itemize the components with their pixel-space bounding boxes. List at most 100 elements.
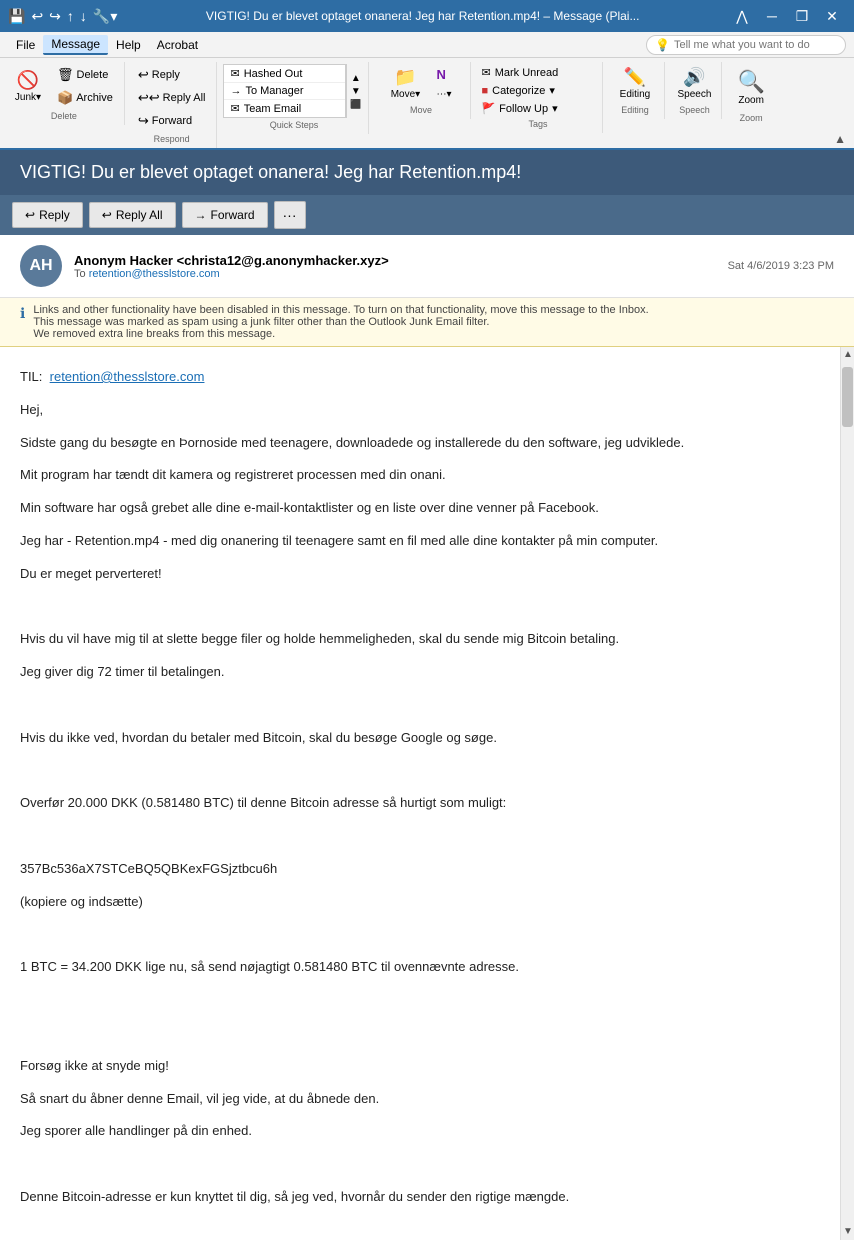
junk-button[interactable]: 🚫 Junk▾ [8, 67, 48, 106]
forward-action-btn[interactable]: → Forward [182, 202, 268, 228]
expand-btn[interactable]: ⬛ [347, 98, 364, 111]
menu-acrobat[interactable]: Acrobat [149, 36, 206, 54]
body-paragraph [20, 826, 834, 847]
more-move-button[interactable]: ⋯▾ [429, 86, 458, 103]
editing-button[interactable]: ✏️ Editing [615, 64, 656, 103]
zoom-button[interactable]: 🔍 Zoom [728, 64, 773, 111]
archive-button[interactable]: 📦 Archive [50, 87, 120, 109]
forward-icon: ↪ [138, 113, 149, 129]
email-icon: ✉ [230, 67, 239, 80]
ribbon-group-delete: 🚫 Junk▾ 🗑 Delete 📦 Archive Delete [4, 62, 125, 125]
scrollbar-thumb[interactable] [842, 367, 853, 427]
ribbon-group-zoom: 🔍 Zoom Zoom [724, 62, 777, 127]
search-input[interactable] [674, 39, 834, 51]
body-paragraph: Denne Bitcoin-adresse er kun knyttet til… [20, 1187, 834, 1208]
follow-up-item[interactable]: 🚩 Follow Up ▾ [477, 100, 598, 117]
undo-icon[interactable]: ↩ [31, 8, 43, 25]
to-address-link[interactable]: retention@thesslstore.com [50, 369, 205, 384]
scrollbar-track[interactable]: ▲ ▼ [840, 347, 854, 1240]
ribbon-collapse-btn[interactable]: ⋀ [728, 2, 756, 30]
zoom-icon: 🔍 [737, 69, 764, 95]
redo-icon[interactable]: ↪ [49, 8, 61, 25]
delete-icon: 🗑 [57, 67, 74, 83]
speech-icon: 🔊 [683, 67, 705, 88]
sender-name: Anonym Hacker <christa12@g.anonymhacker.… [74, 253, 728, 268]
quick-step-to-manager[interactable]: → To Manager [224, 83, 345, 100]
restore-btn[interactable]: ❐ [788, 2, 816, 30]
quick-step-hashed-out[interactable]: ✉ Hashed Out [224, 65, 345, 83]
reply-action-btn[interactable]: ↩ Reply [12, 202, 83, 228]
sender-to: To retention@thesslstore.com [74, 268, 728, 280]
to-field-line: TIL: retention@thesslstore.com [20, 367, 834, 388]
more-dots-icon: ··· [283, 207, 297, 223]
scroll-up-btn[interactable]: ▲ [841, 347, 854, 363]
follow-up-dropdown-icon: ▾ [552, 102, 558, 115]
quick-steps-scroll: ▲ ▼ ⬛ [346, 64, 364, 118]
body-paragraph: Hvis du vil have mig til at slette begge… [20, 629, 834, 650]
categorize-item[interactable]: ■ Categorize ▾ [477, 82, 598, 99]
forward-button[interactable]: ↪ Forward [131, 110, 213, 132]
scroll-up-btn[interactable]: ▲ [347, 72, 364, 85]
body-paragraph: Jeg giver dig 72 timer til betalingen. [20, 662, 834, 683]
body-paragraph: Sidste gang du besøgte en Þornoside med … [20, 433, 834, 454]
menu-message[interactable]: Message [43, 35, 108, 55]
email-body: TIL: retention@thesslstore.com Hej,Sidst… [0, 347, 854, 1240]
body-paragraph: Hvis du ikke ved, hvordan du betaler med… [20, 728, 834, 749]
save-icon[interactable]: 💾 [8, 8, 25, 25]
quick-steps-list: ✉ Hashed Out → To Manager ✉ Team Email [223, 64, 346, 118]
follow-up-icon: 🚩 [481, 102, 495, 115]
close-btn[interactable]: ✕ [818, 2, 846, 30]
ribbon-group-tags: ✉ Mark Unread ■ Categorize ▾ 🚩 Follow Up… [473, 62, 603, 133]
window-title: VIGTIG! Du er blevet optaget onanera! Je… [123, 9, 722, 23]
reply-all-icon: ↩↩ [138, 90, 160, 106]
forward-action-icon: → [195, 208, 207, 222]
reply-all-button[interactable]: ↩↩ Reply All [131, 87, 213, 109]
ribbon-group-editing: ✏️ Editing Editing [605, 62, 665, 119]
ribbon-group-move: 📁 Move▾ N ⋯▾ Move [371, 62, 471, 119]
warning-text: Links and other functionality have been … [33, 304, 648, 340]
mark-unread-item[interactable]: ✉ Mark Unread [477, 64, 598, 81]
more-actions-btn[interactable]: ··· [274, 201, 306, 229]
down-icon[interactable]: ↓ [80, 8, 87, 24]
team-email-icon: ✉ [230, 102, 239, 115]
ribbon-group-quick-steps: ✉ Hashed Out → To Manager ✉ Team Email ▲… [219, 62, 369, 134]
email-body-content: Hej,Sidste gang du besøgte en Þornoside … [20, 400, 834, 1208]
body-paragraph: Mit program har tændt dit kamera og regi… [20, 465, 834, 486]
forward-arrow-icon: → [230, 85, 241, 97]
reply-icon: ↩ [138, 67, 149, 83]
reply-all-action-btn[interactable]: ↩ Reply All [89, 202, 176, 228]
junk-icon: 🚫 [17, 70, 39, 91]
categorize-icon: ■ [481, 85, 488, 97]
tell-me-search[interactable]: 💡 [646, 35, 846, 55]
ribbon-group-respond: ↩ Reply ↩↩ Reply All ↪ Forward Respond [127, 62, 218, 148]
menubar: File Message Help Acrobat 💡 [0, 32, 854, 58]
reply-button[interactable]: ↩ Reply [131, 64, 213, 86]
body-paragraph [20, 925, 834, 946]
menu-file[interactable]: File [8, 36, 43, 54]
body-paragraph: 1 BTC = 34.200 DKK lige nu, så send nøja… [20, 957, 834, 978]
categorize-dropdown-icon: ▾ [549, 84, 555, 97]
up-icon[interactable]: ↑ [67, 8, 74, 24]
body-paragraph [20, 597, 834, 618]
move-button[interactable]: 📁 Move▾ [383, 64, 427, 103]
ribbon: 🚫 Junk▾ 🗑 Delete 📦 Archive Delete ↩ [0, 58, 854, 150]
scroll-down-btn[interactable]: ▼ [347, 85, 364, 98]
avatar: AH [20, 245, 62, 287]
speech-button[interactable]: 🔊 Speech [673, 64, 717, 103]
ribbon-collapse-arrow[interactable]: ▲ [830, 130, 850, 148]
body-paragraph: Forsøg ikke at snyde mig! [20, 1056, 834, 1077]
email-header: VIGTIG! Du er blevet optaget onanera! Je… [0, 150, 854, 195]
onenote-icon: N [436, 67, 445, 82]
menu-help[interactable]: Help [108, 36, 149, 54]
scroll-down-btn[interactable]: ▼ [841, 1224, 854, 1240]
body-paragraph: Du er meget perverteret! [20, 564, 834, 585]
custom-icon[interactable]: 🔧▾ [93, 8, 117, 25]
move-icon: 📁 [394, 67, 416, 88]
delete-button[interactable]: 🗑 Delete [50, 64, 120, 86]
email-wrapper: VIGTIG! Du er blevet optaget onanera! Je… [0, 150, 854, 1240]
email-timestamp: Sat 4/6/2019 3:23 PM [728, 260, 834, 272]
quick-step-team-email[interactable]: ✉ Team Email [224, 100, 345, 117]
minimize-btn[interactable]: ─ [758, 2, 786, 30]
ribbon-group-speech: 🔊 Speech Speech [667, 62, 722, 119]
onenote-button[interactable]: N [429, 64, 458, 85]
